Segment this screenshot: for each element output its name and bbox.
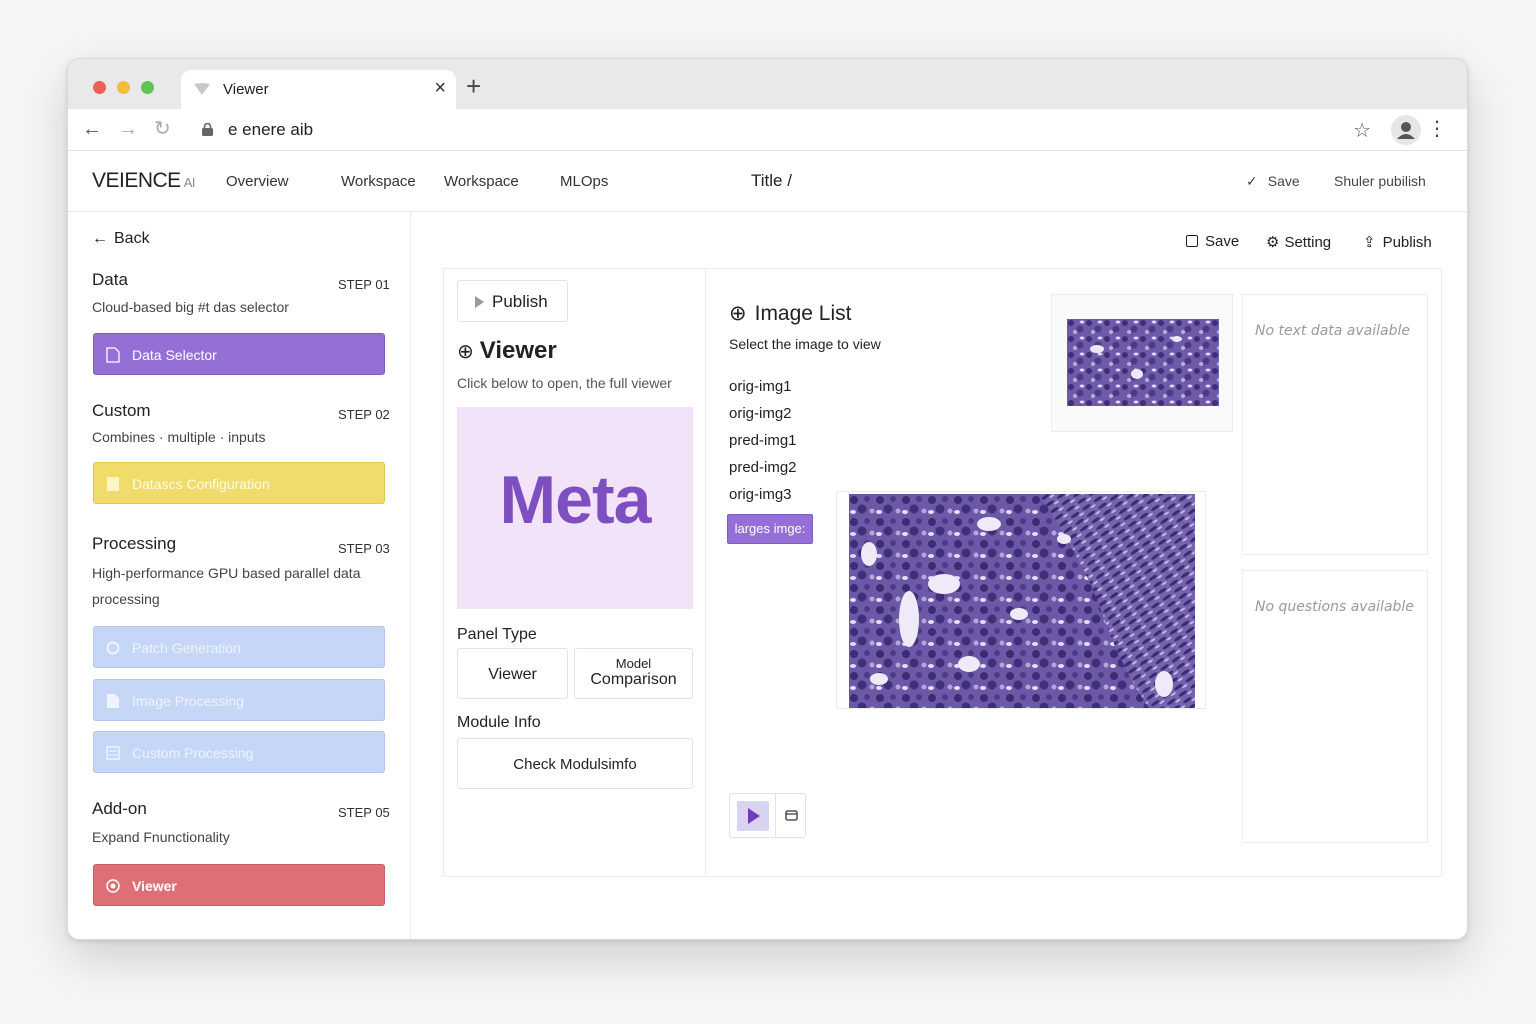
image-list-subtitle: Select the image to view	[729, 336, 881, 352]
questions-panel: No questions available	[1242, 570, 1428, 843]
step-title-data: Data	[92, 270, 128, 289]
list-icon	[106, 746, 120, 760]
text-data-panel: No text data available	[1242, 294, 1428, 555]
play-icon	[475, 296, 484, 308]
panel-type-model-comparison-button[interactable]: Model Comparison	[574, 648, 693, 699]
arrow-left-icon[interactable]: ←	[82, 118, 102, 140]
arrow-right-icon[interactable]: →	[118, 118, 138, 140]
url-text: e enere aib	[228, 120, 314, 139]
toolbar-setting-button[interactable]: ⚙ Setting	[1266, 233, 1331, 251]
header-save-button[interactable]: ✓ Save	[1246, 173, 1300, 190]
large-image-button[interactable]: larges imge:	[727, 514, 813, 544]
nav-mlops[interactable]: MLOps	[560, 173, 608, 190]
list-item[interactable]: orig-img2	[729, 405, 792, 422]
empty-state-text: No text data available	[1255, 323, 1410, 339]
play-icon	[748, 808, 760, 824]
reload-icon[interactable]: ↻	[154, 118, 171, 140]
browser-tab[interactable]: Viewer ×	[181, 70, 456, 109]
circle-icon	[106, 641, 120, 655]
heart-icon	[194, 83, 210, 95]
play-button[interactable]	[737, 801, 769, 831]
address-bar: ← → ↻ e enere aib ☆ ⋮	[68, 109, 1467, 151]
publish-button[interactable]: Publish	[457, 280, 568, 322]
profile-icon[interactable]	[1391, 115, 1421, 145]
file-icon	[107, 694, 119, 708]
tissue-thumbnail-image	[1067, 319, 1219, 406]
logo[interactable]: VEIENCE AI	[92, 169, 196, 193]
list-item[interactable]: orig-img1	[729, 378, 792, 395]
content-card: Publish ⊕ Viewer Click below to open, the…	[443, 268, 1442, 877]
custom-processing-button[interactable]: Custom Processing	[93, 731, 385, 773]
step-desc: Expand Fnunctionality	[92, 829, 230, 845]
step-number: STEP 01	[338, 277, 390, 292]
app-header: VEIENCE AI Overview Workspace Workspace M…	[68, 151, 1467, 212]
list-item[interactable]: pred-img2	[729, 459, 797, 476]
lock-icon	[202, 123, 213, 136]
dataset-config-button[interactable]: Datascs Configuration	[93, 462, 385, 504]
minimize-window-button[interactable]	[117, 81, 130, 94]
thumbnail-frame[interactable]	[1051, 294, 1233, 432]
check-module-info-button[interactable]: Check Modulsimfo	[457, 738, 693, 789]
maximize-window-button[interactable]	[141, 81, 154, 94]
upload-icon: ⇪	[1363, 234, 1376, 251]
plus-circle-icon: ⊕	[457, 341, 474, 363]
tab-title: Viewer	[223, 81, 269, 98]
step-number: STEP 02	[338, 407, 390, 422]
tissue-histology-image	[849, 494, 1195, 708]
browser-window: Viewer × + ← → ↻ e enere aib ☆ ⋮ VEIENCE…	[67, 58, 1468, 940]
square-icon	[1186, 235, 1198, 247]
kebab-icon[interactable]: ⋮	[1427, 118, 1447, 140]
plus-circle-icon: ⊕	[729, 302, 747, 325]
header-publish-button[interactable]: Shuler pubilish	[1334, 173, 1426, 189]
module-info-label: Module Info	[457, 714, 541, 731]
file-icon	[106, 347, 120, 363]
playback-controls	[729, 793, 806, 838]
step-desc: High-performance GPU based parallel data…	[92, 565, 361, 607]
tab-close-icon[interactable]: ×	[434, 77, 446, 99]
meta-logo-text: Meta	[499, 462, 652, 538]
viewer-config-column: Publish ⊕ Viewer Click below to open, the…	[444, 269, 706, 876]
document-icon	[107, 477, 119, 491]
list-item[interactable]: pred-img1	[729, 432, 797, 449]
back-button[interactable]: ← Back	[92, 230, 150, 248]
viewer-button[interactable]: Viewer	[93, 864, 385, 906]
window-icon[interactable]	[785, 809, 798, 822]
image-processing-button[interactable]: Image Processing	[93, 679, 385, 721]
url-field[interactable]: e enere aib	[192, 113, 1352, 147]
toolbar-publish-button[interactable]: ⇪ Publish	[1363, 233, 1432, 251]
star-icon[interactable]: ☆	[1353, 118, 1371, 143]
step-number: STEP 03	[338, 541, 390, 556]
page-title: Title /	[751, 171, 792, 190]
meta-preview[interactable]: Meta	[457, 407, 693, 609]
step-title-processing: Processing	[92, 534, 177, 553]
step-desc: Combines · multiple · inputs	[92, 429, 266, 445]
new-tab-icon[interactable]: +	[466, 72, 481, 100]
close-window-button[interactable]	[93, 81, 106, 94]
step-desc: Cloud-based big #t das selector	[92, 299, 289, 315]
image-preview-frame[interactable]	[836, 491, 1206, 709]
panel-type-label: Panel Type	[457, 626, 537, 643]
data-selector-button[interactable]: Data Selector	[93, 333, 385, 375]
target-icon	[106, 879, 120, 893]
nav-workspace-2[interactable]: Workspace	[444, 173, 519, 190]
nav-workspace-1[interactable]: Workspace	[341, 173, 416, 190]
check-icon: ✓	[1246, 173, 1258, 189]
step-title-custom: Custom	[92, 401, 151, 420]
step-title-addon: Add-on	[92, 799, 147, 818]
tab-strip: Viewer × +	[68, 59, 1467, 109]
viewer-title: ⊕ Viewer	[457, 337, 557, 364]
viewer-desc: Click below to open, the full viewer	[457, 375, 672, 391]
patch-generation-button[interactable]: Patch Generation	[93, 626, 385, 668]
divider	[775, 794, 776, 837]
toolbar-save-button[interactable]: Save	[1186, 233, 1239, 250]
list-item[interactable]: orig-img3	[729, 486, 792, 503]
sidebar: ← Back Data STEP 01 Cloud-based big #t da…	[68, 212, 411, 939]
nav-overview[interactable]: Overview	[226, 173, 289, 190]
arrow-left-icon: ←	[92, 230, 108, 247]
panel-type-viewer-button[interactable]: Viewer	[457, 648, 568, 699]
image-list-title: ⊕ Image List	[729, 302, 852, 325]
step-number: STEP 05	[338, 805, 390, 820]
empty-state-text: No questions available	[1255, 599, 1414, 615]
gear-icon: ⚙	[1266, 234, 1280, 251]
